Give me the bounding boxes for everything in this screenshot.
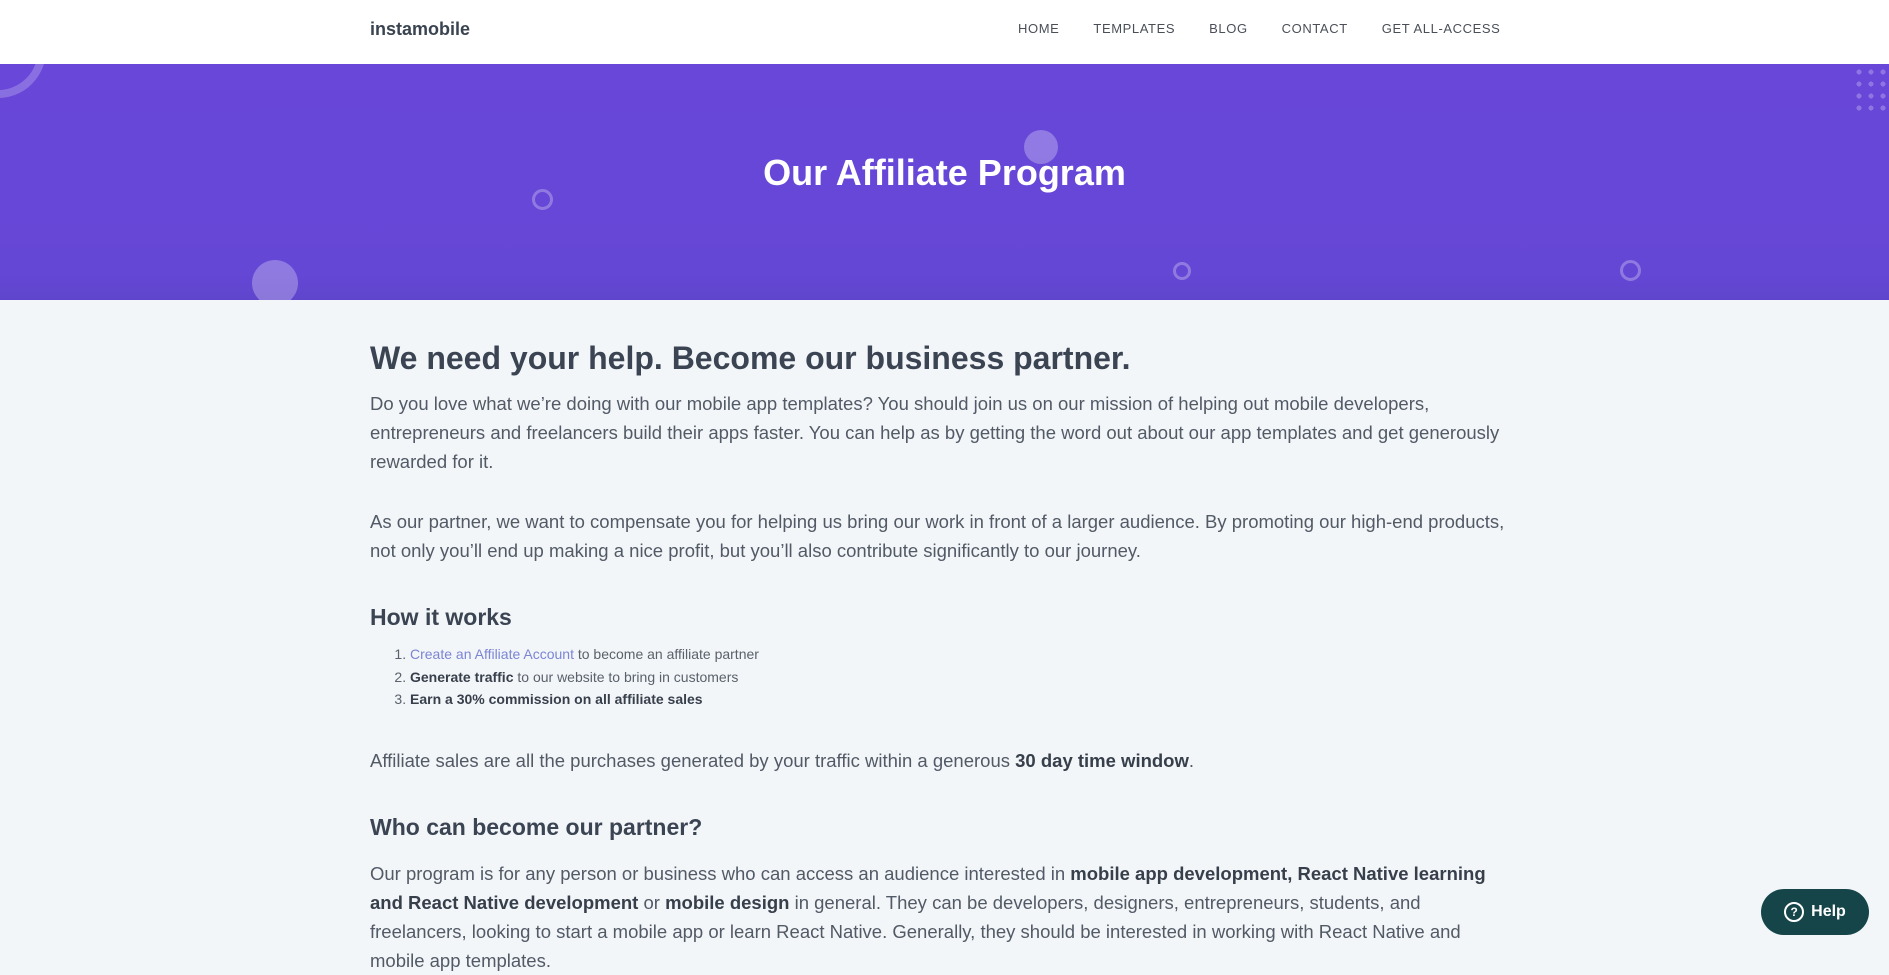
decorative-dot xyxy=(252,260,298,300)
step-text: to become an affiliate partner xyxy=(573,646,759,662)
help-label: Help xyxy=(1811,903,1846,920)
hero-banner: Our Affiliate Program xyxy=(0,64,1889,300)
nav-contact[interactable]: CONTACT xyxy=(1282,21,1348,36)
list-item: Create an Affiliate Account to become an… xyxy=(410,643,1510,666)
brand-logo[interactable]: instamobile xyxy=(370,19,470,40)
who-can-partner-heading: Who can become our partner? xyxy=(370,813,703,840)
affiliate-sales-paragraph: Affiliate sales are all the purchases ge… xyxy=(370,746,1510,775)
list-item: Generate traffic to our website to bring… xyxy=(410,666,1510,689)
decorative-ring xyxy=(1173,262,1191,280)
step-bold-text: Earn a 30% commission on all affiliate s… xyxy=(410,691,703,707)
nav-get-all-access[interactable]: GET ALL-ACCESS xyxy=(1382,21,1501,36)
page-title: Our Affiliate Program xyxy=(763,152,1126,193)
text: Affiliate sales are all the purchases ge… xyxy=(370,749,1016,771)
intro-heading: We need your help. Become our business p… xyxy=(370,340,1131,376)
text: or xyxy=(638,891,666,913)
decorative-dots xyxy=(1853,66,1889,112)
nav-templates[interactable]: TEMPLATES xyxy=(1093,21,1175,36)
intro-paragraph: Do you love what we’re doing with our mo… xyxy=(370,393,1500,472)
step-bold-text: Generate traffic xyxy=(410,668,514,685)
who-paragraph: Our program is for any person or busines… xyxy=(370,859,1510,975)
how-it-works-heading: How it works xyxy=(370,604,512,630)
text: . xyxy=(1188,749,1195,771)
question-icon: ? xyxy=(1784,902,1805,922)
list-item: Earn a 30% commission on all affiliate s… xyxy=(410,688,1510,711)
top-navbar: instamobile HOME TEMPLATES BLOG CONTACT … xyxy=(0,0,1889,64)
bold-text: mobile design xyxy=(665,891,790,913)
main-nav: HOME TEMPLATES BLOG CONTACT GET ALL-ACCE… xyxy=(1018,21,1500,36)
nav-blog[interactable]: BLOG xyxy=(1209,21,1248,36)
nav-home[interactable]: HOME xyxy=(1018,21,1059,36)
decorative-ring xyxy=(1620,260,1641,281)
text: Our program is for any person or busines… xyxy=(370,862,1071,884)
decorative-ring xyxy=(0,64,46,98)
help-button[interactable]: ? Help xyxy=(1761,889,1869,935)
main-content: We need your help. Become our business p… xyxy=(370,340,1510,975)
partner-paragraph: As our partner, we want to compensate yo… xyxy=(370,511,1505,561)
step-text: to our website to bring in customers xyxy=(513,668,739,685)
create-affiliate-account-link[interactable]: Create an Affiliate Account xyxy=(410,646,574,662)
steps-list: Create an Affiliate Account to become an… xyxy=(370,643,1510,711)
bold-text: 30 day time window xyxy=(1015,749,1189,771)
